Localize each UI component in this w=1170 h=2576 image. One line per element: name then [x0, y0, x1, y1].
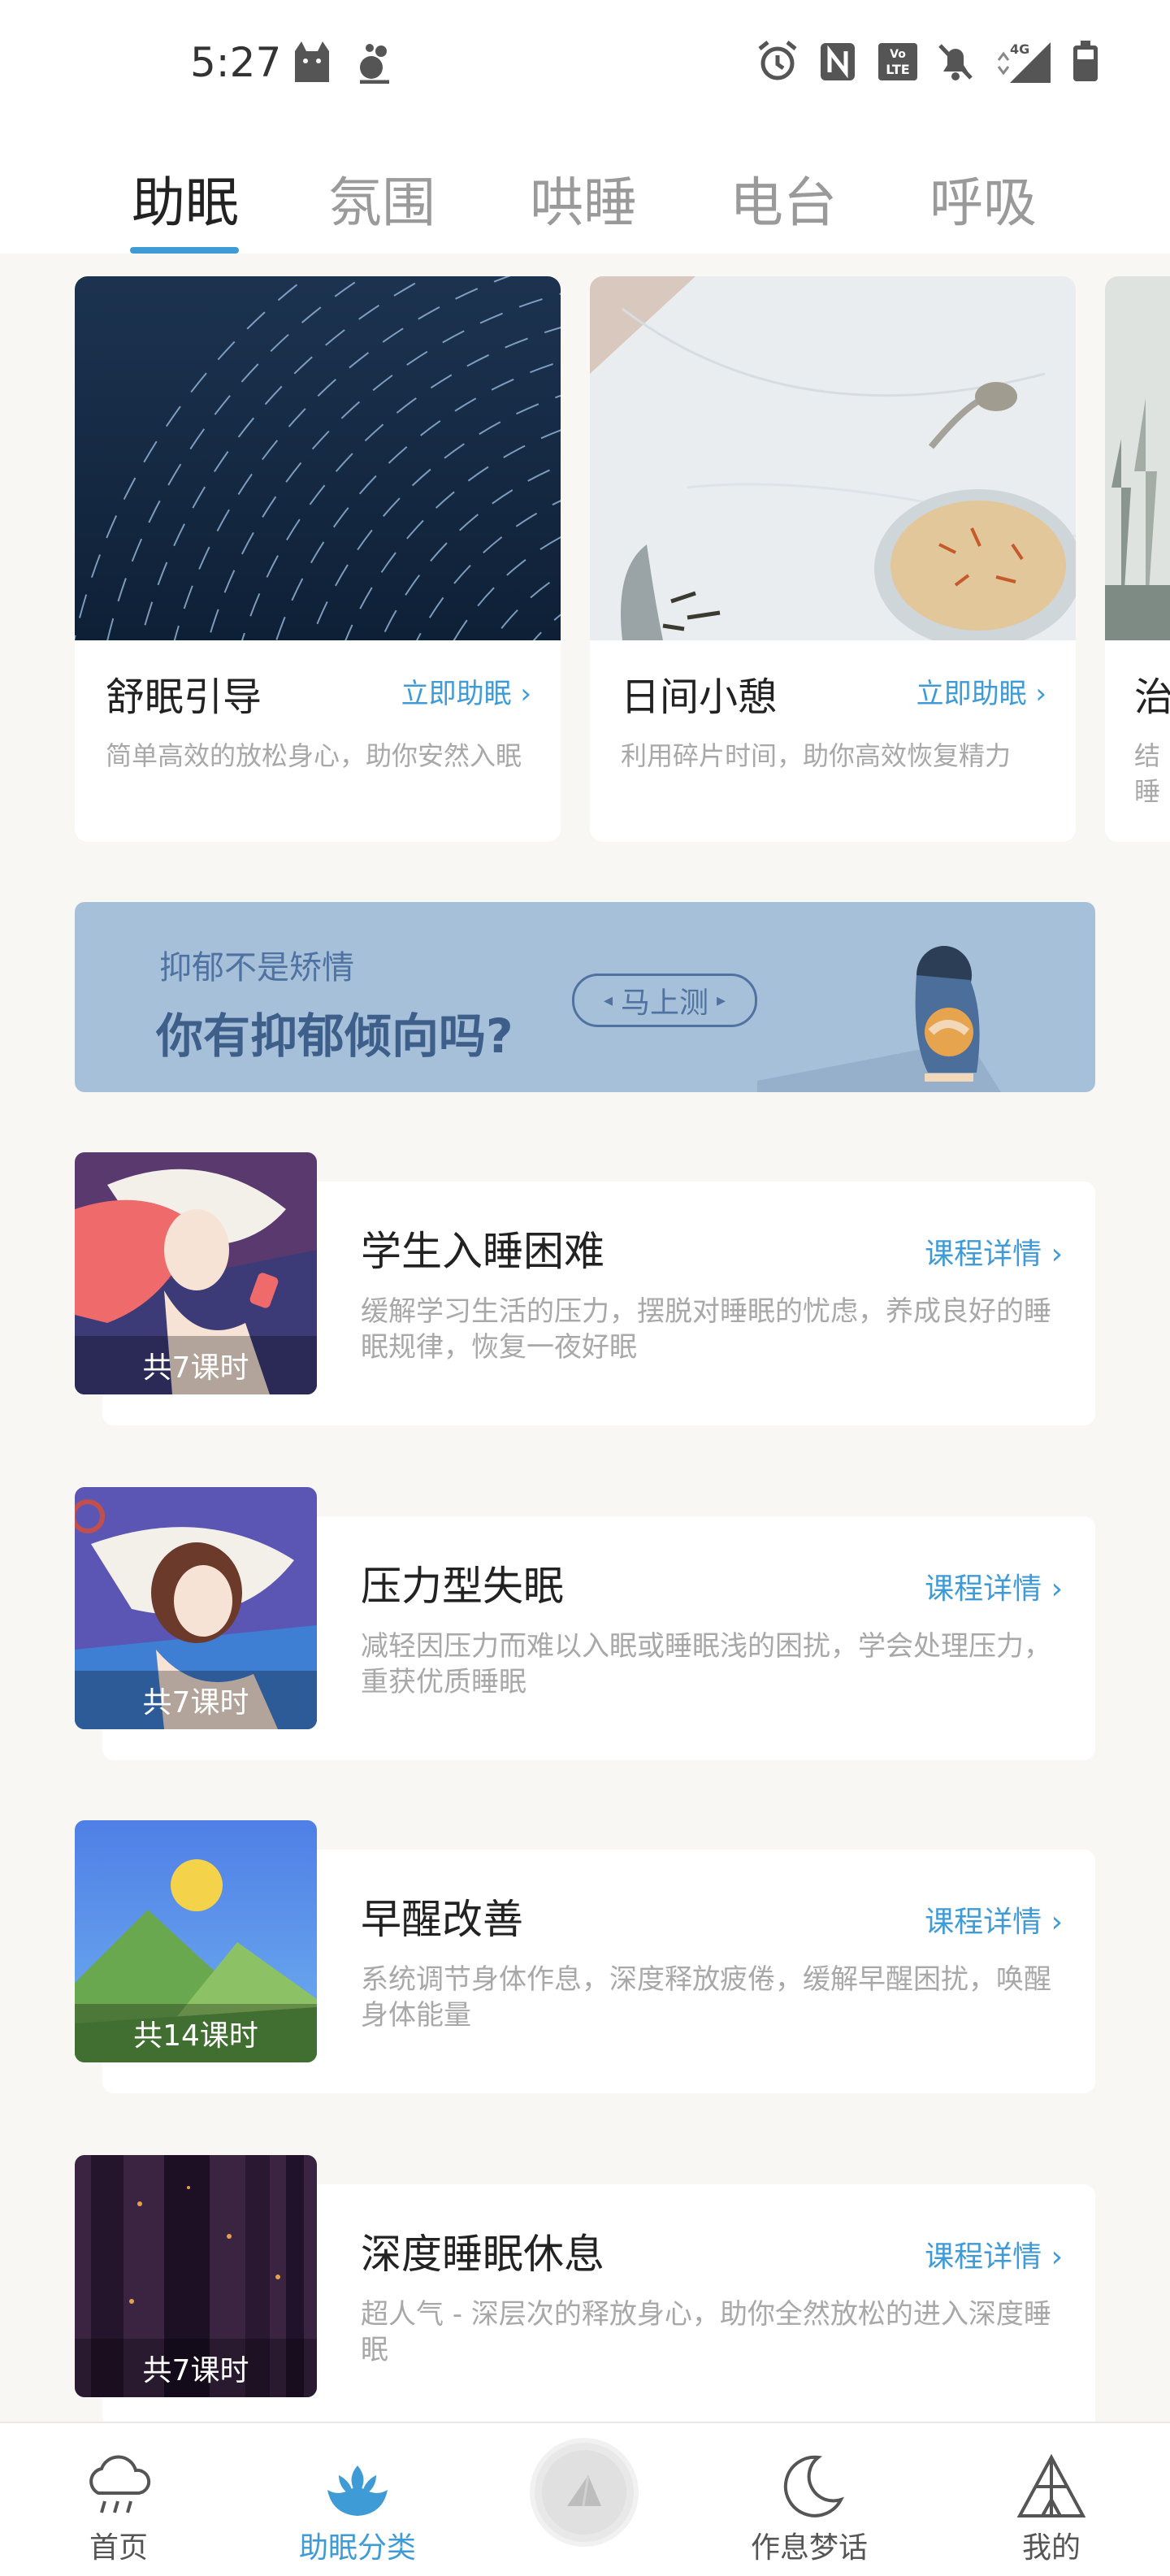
tab-lullaby[interactable]: 哄睡	[530, 159, 637, 237]
tea-cup-image	[590, 276, 1076, 648]
bottom-navigation: 首页 助眠分类 作息梦话 我的	[0, 2422, 1170, 2576]
nav-label: 助眠分类	[298, 2531, 416, 2565]
sad-girl-illustration	[757, 918, 1066, 1092]
card-title: 日间小憩	[621, 674, 778, 720]
course-card[interactable]: 共7课时 压力型失眠 课程详情 › 减轻因压力而难以入眠或睡眠浅的困扰，学会处理…	[75, 1487, 1095, 1760]
course-thumbnail: 共14课时	[75, 1820, 317, 2062]
status-time: 5:27	[190, 39, 282, 86]
banner-subtitle: 抑郁不是矫情	[159, 949, 354, 987]
depression-test-banner[interactable]: 抑郁不是矫情 你有抑郁倾向吗? ◂ 马上测 ▸	[75, 902, 1095, 1092]
active-tab-indicator	[130, 247, 239, 254]
course-title: 压力型失眠	[361, 1563, 564, 1610]
tab-breathing[interactable]: 呼吸	[930, 159, 1037, 237]
feature-card-day-nap[interactable]: 日间小憩 立即助眠 › 利用碎片时间，助你高效恢复精力	[590, 276, 1076, 842]
course-thumbnail: 共7课时	[75, 1152, 317, 1394]
card-description: 利用碎片时间，助你高效恢复精力	[621, 740, 1012, 771]
caret-right-icon: ▸	[717, 990, 726, 1011]
start-sleep-link[interactable]: 立即助眠 ›	[916, 671, 1046, 711]
nav-label: 我的	[1021, 2531, 1081, 2565]
app-header: 5:27 LTE Vo 4G 助眠 氛围 哄睡 电台 呼吸	[0, 0, 1170, 254]
course-detail-link[interactable]: 课程详情 ›	[925, 2233, 1063, 2275]
course-detail-link[interactable]: 课程详情 ›	[925, 1230, 1063, 1273]
card-description: 简单高效的放松身心，助你安然入眠	[106, 740, 522, 771]
mute-icon	[934, 37, 977, 86]
lesson-count: 共14课时	[75, 2004, 317, 2062]
nav-profile[interactable]: 我的	[962, 2423, 1141, 2576]
course-description: 减轻因压力而难以入眠或睡眠浅的困扰，学会处理压力，重获优质睡眠	[361, 1630, 1051, 1698]
lesson-count: 共7课时	[75, 1336, 317, 1394]
test-now-button[interactable]: ◂ 马上测 ▸	[572, 974, 757, 1027]
cloud-rain-icon	[82, 2452, 155, 2521]
course-detail-link[interactable]: 课程详情 ›	[925, 1898, 1063, 1941]
card-description: 结 睡	[1134, 740, 1161, 807]
course-card[interactable]: 共7课时 学生入睡困难 课程详情 › 缓解学习生活的压力，摆脱对睡眠的忧虑，养成…	[75, 1152, 1095, 1425]
moon-icon	[773, 2452, 846, 2521]
course-card[interactable]: 共7课时 深度睡眠休息 课程详情 › 超人气 - 深层次的释放身心，助你全然放松…	[75, 2155, 1095, 2428]
course-detail-link[interactable]: 课程详情 ›	[925, 1565, 1063, 1607]
nav-sleep-categories[interactable]: 助眠分类	[268, 2423, 447, 2576]
category-tabs: 助眠 氛围 哄睡 电台 呼吸	[0, 146, 1170, 254]
play-orb-icon	[542, 2450, 626, 2535]
start-sleep-link[interactable]: 立即助眠 ›	[401, 671, 531, 711]
card-title: 治	[1134, 674, 1170, 720]
star-trails-image	[75, 276, 561, 842]
cat-notification-icon	[291, 37, 333, 86]
course-description: 缓解学习生活的压力，摆脱对睡眠的忧虑，养成良好的睡眠规律，恢复一夜好眠	[361, 1295, 1051, 1364]
lotus-icon	[321, 2452, 394, 2521]
net-label: 4G	[1010, 41, 1029, 57]
card-title: 舒眠引导	[106, 674, 262, 720]
signal-4g-icon: 4G	[991, 37, 1056, 86]
course-description: 系统调节身体作息，深度释放疲倦，缓解早醒困扰，唤醒身体能量	[361, 1963, 1051, 2032]
nav-sleep-talk[interactable]: 作息梦话	[720, 2423, 899, 2576]
battery-icon	[1069, 37, 1102, 86]
nav-home[interactable]: 首页	[29, 2423, 208, 2576]
tab-radio[interactable]: 电台	[730, 159, 837, 237]
svg-text:Vo: Vo	[890, 48, 906, 61]
status-bar: 5:27 LTE Vo 4G	[0, 0, 1170, 130]
caret-left-icon: ◂	[603, 990, 613, 1011]
nfc-icon	[817, 37, 858, 86]
volte-icon: LTE Vo	[876, 37, 920, 86]
course-thumbnail: 共7课时	[75, 2155, 317, 2397]
course-title: 深度睡眠休息	[361, 2231, 604, 2278]
forest-image	[1105, 276, 1170, 640]
volte-label: LTE	[886, 62, 909, 77]
tent-icon	[1015, 2452, 1088, 2521]
course-card[interactable]: 共14课时 早醒改善 课程详情 › 系统调节身体作息，深度释放疲倦，缓解早醒困扰…	[75, 1820, 1095, 2093]
course-description: 超人气 - 深层次的释放身心，助你全然放松的进入深度睡眠	[361, 2298, 1051, 2366]
lesson-count: 共7课时	[75, 1671, 317, 1729]
alarm-icon	[756, 37, 800, 86]
course-title: 早醒改善	[361, 1896, 523, 1943]
banner-title: 你有抑郁倾向吗?	[156, 1008, 514, 1064]
mascot-notification-icon	[353, 37, 395, 86]
feature-card-guided-sleep[interactable]: 舒眠引导 立即助眠 › 简单高效的放松身心，助你安然入眠	[75, 276, 561, 842]
course-thumbnail: 共7课时	[75, 1487, 317, 1729]
tab-sleep-aid[interactable]: 助眠	[132, 159, 239, 237]
feature-card-partial[interactable]: 治 结 睡	[1105, 276, 1170, 842]
course-title: 学生入睡困难	[361, 1228, 604, 1275]
nav-label: 首页	[89, 2531, 148, 2565]
tab-ambience[interactable]: 氛围	[328, 159, 436, 237]
test-now-label: 马上测	[620, 987, 708, 1020]
now-playing-orb[interactable]	[535, 2443, 634, 2542]
nav-label: 作息梦话	[750, 2531, 868, 2565]
lesson-count: 共7课时	[75, 2339, 317, 2397]
